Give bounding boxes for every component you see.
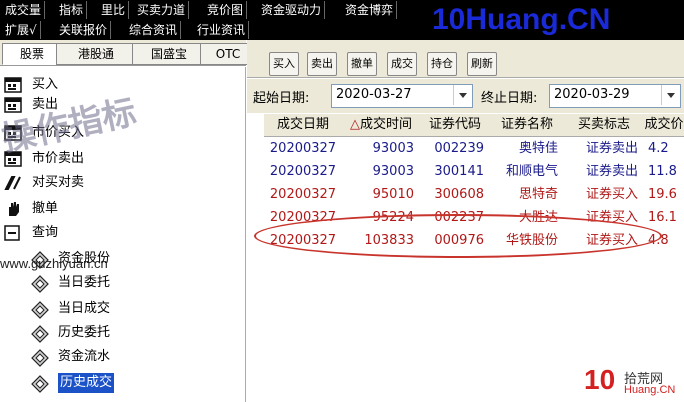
end-date-select[interactable]: 2020-03-29: [549, 84, 681, 108]
table-row[interactable]: 20200327 93003 002239 奥特佳 证券卖出 4.2: [264, 138, 684, 159]
tree-subitem-5[interactable]: 历史成交: [0, 373, 246, 393]
menu-item-6[interactable]: 资金博弈: [342, 1, 398, 19]
cell-name: 思特奇: [518, 187, 558, 202]
query-node-icon: [30, 301, 49, 319]
cell-side: 证券卖出: [585, 141, 638, 156]
cell-code: 300141: [434, 164, 484, 179]
cell-time: 95010: [372, 187, 414, 202]
column-header-label: 买卖标志: [577, 117, 630, 132]
site-url-watermark: www.guzhiyuan.cn: [0, 256, 108, 271]
highlight-ellipse: [254, 214, 662, 258]
menu2-item-0[interactable]: 扩展√: [2, 21, 41, 39]
menu-item-0[interactable]: 成交量: [2, 1, 46, 19]
sort-indicator-icon: △: [349, 117, 360, 132]
column-header-0[interactable]: 成交日期: [264, 114, 343, 137]
start-date-value: 2020-03-27: [336, 87, 412, 102]
end-date-label: 终止日期:: [481, 91, 538, 106]
tab-1[interactable]: 港股通: [56, 43, 136, 65]
buy-icon: [4, 77, 22, 93]
cell-price: 19.6: [648, 187, 677, 202]
toolbar-button-3[interactable]: 成交: [387, 52, 417, 76]
cell-price: 4.2: [648, 141, 669, 156]
tree-subitem-4[interactable]: 资金流水: [0, 347, 246, 367]
tab-0[interactable]: 股票: [2, 43, 62, 65]
tree-item-label: 查询: [32, 225, 59, 240]
column-header-5[interactable]: 成交价: [644, 114, 684, 137]
menu-item-4[interactable]: 竞价图: [204, 1, 248, 19]
menu2-item-2[interactable]: 综合资讯: [126, 21, 182, 39]
query-node-icon: [30, 375, 49, 393]
toolbar-button-2[interactable]: 撤单: [347, 52, 377, 76]
column-header-1[interactable]: △成交时间: [342, 114, 421, 137]
query-node-icon: [30, 275, 49, 293]
cell-name: 奥特佳: [518, 141, 558, 156]
trade-toolbar: 买入 卖出 撤单 成交 持仓 刷新: [247, 40, 684, 78]
column-header-4[interactable]: 买卖标志: [564, 114, 645, 137]
column-header-label: 成交日期: [276, 117, 329, 132]
logo-domain: Huang.CN: [624, 384, 676, 396]
tree-item-4[interactable]: 对买对卖: [0, 173, 246, 193]
table-row[interactable]: 20200327 95010 300608 思特奇 证券买入 19.6: [264, 184, 684, 205]
query-node-icon: [30, 349, 49, 367]
table-row[interactable]: 20200327 93003 300141 和顺电气 证券卖出 11.8: [264, 161, 684, 182]
cell-date: 20200327: [269, 187, 337, 202]
toolbar-button-4[interactable]: 持仓: [427, 52, 457, 76]
hand-cancel-icon: [4, 201, 22, 217]
toolbar-button-0[interactable]: 买入: [269, 52, 299, 76]
corner-logo: 10 拾荒网 Huang.CN: [584, 362, 684, 402]
column-header-label: 证券代码: [428, 117, 481, 132]
cell-price: 11.8: [648, 164, 677, 179]
column-header-label: 成交时间: [359, 117, 412, 132]
column-header-label: 证券名称: [500, 117, 553, 132]
tree-subitem-1[interactable]: 当日委托: [0, 273, 246, 293]
end-date-value: 2020-03-29: [554, 87, 630, 102]
date-filter-row: 起始日期: 2020-03-27 终止日期: 2020-03-29: [247, 79, 684, 113]
tree-item-label: 买入: [32, 77, 59, 92]
column-header-label: 成交价: [644, 117, 684, 132]
tree-subitem-label: 当日成交: [58, 301, 111, 316]
cell-name: 和顺电气: [505, 164, 558, 179]
menu-item-2[interactable]: 里比: [98, 1, 130, 19]
toolbar-button-1[interactable]: 卖出: [307, 52, 337, 76]
menu-item-1[interactable]: 指标: [56, 1, 88, 19]
tree-subitem-2[interactable]: 当日成交: [0, 299, 246, 319]
site-brand-watermark: 10Huang.CN: [432, 3, 611, 36]
chevron-down-icon[interactable]: [453, 85, 472, 105]
tree-subitem-label: 历史委托: [58, 325, 111, 340]
start-date-select[interactable]: 2020-03-27: [331, 84, 473, 108]
column-header-3[interactable]: 证券名称: [490, 114, 565, 137]
cell-date: 20200327: [269, 141, 337, 156]
cell-price: 16.1: [648, 210, 677, 225]
tree-subitem-label: 历史成交: [58, 373, 115, 393]
cell-side: 证券买入: [585, 187, 638, 202]
menu2-item-3[interactable]: 行业资讯: [194, 21, 250, 39]
tree-subitem-label: 资金流水: [58, 349, 111, 364]
cell-code: 300608: [434, 187, 484, 202]
cell-code: 002239: [434, 141, 484, 156]
pair-trade-icon: [4, 175, 22, 191]
minus-expander-icon: [4, 225, 22, 241]
menu-item-3[interactable]: 买卖力道: [134, 1, 190, 19]
menu2-item-1[interactable]: 关联报价: [56, 21, 112, 39]
tab-2[interactable]: 国盛宝: [132, 43, 206, 65]
tree-subitem-3[interactable]: 历史委托: [0, 323, 246, 343]
tree-item-6[interactable]: 查询: [0, 223, 246, 243]
cell-date: 20200327: [269, 164, 337, 179]
tree-item-label: 撤单: [32, 201, 59, 216]
logo-number: 10: [584, 364, 616, 395]
query-node-icon: [30, 325, 49, 343]
cell-time: 93003: [372, 141, 414, 156]
tree-item-label: 对买对卖: [32, 175, 85, 190]
chevron-down-icon[interactable]: [661, 85, 680, 105]
tree-item-5[interactable]: 撤单: [0, 199, 246, 219]
cell-side: 证券卖出: [585, 164, 638, 179]
cell-time: 93003: [372, 164, 414, 179]
menu-item-5[interactable]: 资金驱动力: [258, 1, 326, 19]
toolbar-button-5[interactable]: 刷新: [467, 52, 497, 76]
tree-subitem-label: 当日委托: [58, 275, 111, 290]
left-tab-bar: 股票 港股通 国盛宝 OTC: [0, 40, 256, 66]
column-header-2[interactable]: 证券代码: [420, 114, 491, 137]
